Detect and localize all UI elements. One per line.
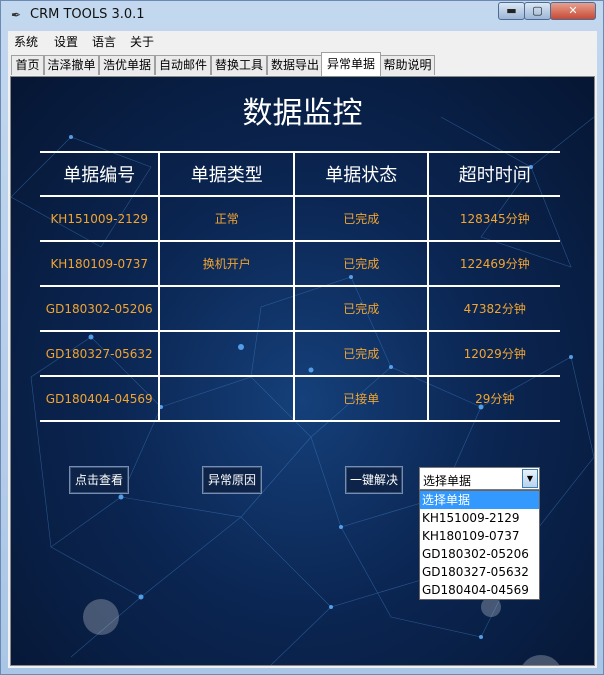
dropdown-option[interactable]: KH180109-0737 — [420, 527, 539, 545]
one-click-resolve-button[interactable]: 一键解决 — [345, 466, 403, 494]
table-row: GD180302-05206 已完成 47382分钟 — [40, 286, 560, 332]
cell-order-status: 已接单 — [293, 376, 430, 422]
cell-timeout: 12029分钟 — [428, 331, 560, 377]
menu-bar: 系统 设置 语言 关于 — [8, 31, 597, 51]
menu-settings[interactable]: 设置 — [54, 33, 78, 50]
cell-order-no: KH151009-2129 — [40, 196, 161, 242]
cell-order-type — [159, 331, 295, 377]
feather-icon: ✒ — [11, 8, 22, 22]
dropdown-option[interactable]: GD180404-04569 — [420, 581, 539, 599]
table-row: GD180404-04569 已接单 29分钟 — [40, 376, 560, 422]
tab-haoyou-orders[interactable]: 浩优单据 — [99, 55, 155, 75]
tab-help[interactable]: 帮助说明 — [380, 55, 435, 75]
cell-order-no: GD180302-05206 — [40, 286, 161, 332]
cell-timeout: 128345分钟 — [428, 196, 560, 242]
cell-timeout: 29分钟 — [428, 376, 560, 422]
menu-language[interactable]: 语言 — [92, 33, 116, 50]
minimize-button[interactable]: ▬ — [498, 2, 525, 20]
cell-order-status: 已完成 — [293, 196, 430, 242]
dropdown-option[interactable]: GD180327-05632 — [420, 563, 539, 581]
order-table: 单据编号 单据类型 单据状态 超时时间 KH151009-2129 正常 已完成… — [40, 151, 560, 422]
cell-order-type: 正常 — [159, 196, 295, 242]
table-header-row: 单据编号 单据类型 单据状态 超时时间 — [40, 152, 560, 197]
monitor-panel: 数据监控 单据编号 单据类型 单据状态 超时时间 KH151009-2129 正… — [10, 76, 595, 666]
window-title: CRM TOOLS 3.0.1 — [30, 7, 145, 22]
menu-about[interactable]: 关于 — [130, 33, 154, 50]
maximize-button[interactable]: ▢ — [524, 2, 551, 20]
table-row: GD180327-05632 已完成 12029分钟 — [40, 331, 560, 377]
close-button[interactable]: ✕ — [550, 2, 596, 20]
table-row: KH180109-0737 换机开户 已完成 122469分钟 — [40, 241, 560, 287]
cell-timeout: 122469分钟 — [428, 241, 560, 287]
cell-order-status: 已完成 — [293, 331, 430, 377]
tab-home[interactable]: 首页 — [11, 55, 44, 75]
tab-replace-tool[interactable]: 替换工具 — [211, 55, 267, 75]
abnormal-reason-button[interactable]: 异常原因 — [202, 466, 262, 494]
cell-order-no: GD180404-04569 — [40, 376, 161, 422]
dropdown-option[interactable]: GD180302-05206 — [420, 545, 539, 563]
title-bar[interactable]: ✒ CRM TOOLS 3.0.1 ▬ ▢ ✕ — [1, 1, 603, 31]
order-select-dropdown: 选择单据 KH151009-2129 KH180109-0737 GD18030… — [419, 490, 540, 600]
menu-system[interactable]: 系统 — [14, 33, 38, 50]
column-header-order-type: 单据类型 — [159, 152, 295, 197]
cell-order-type — [159, 286, 295, 332]
column-header-order-status: 单据状态 — [293, 152, 430, 197]
order-select[interactable]: 选择单据 ▼ — [419, 467, 540, 490]
table-row: KH151009-2129 正常 已完成 128345分钟 — [40, 196, 560, 242]
view-button[interactable]: 点击查看 — [69, 466, 129, 494]
cell-order-type: 换机开户 — [159, 241, 295, 287]
cell-order-no: KH180109-0737 — [40, 241, 161, 287]
tab-bar: 首页 洁泽撤单 浩优单据 自动邮件 替换工具 数据导出 异常单据 帮助说明 — [8, 52, 597, 76]
dropdown-option[interactable]: KH151009-2129 — [420, 509, 539, 527]
client-area: 系统 设置 语言 关于 首页 洁泽撤单 浩优单据 自动邮件 替换工具 数据导出 … — [8, 31, 597, 668]
cell-order-type — [159, 376, 295, 422]
tab-abnormal-orders[interactable]: 异常单据 — [321, 52, 381, 76]
cell-order-status: 已完成 — [293, 241, 430, 287]
column-header-timeout: 超时时间 — [428, 152, 560, 197]
cell-order-no: GD180327-05632 — [40, 331, 161, 377]
tab-data-export[interactable]: 数据导出 — [267, 55, 323, 75]
cell-order-status: 已完成 — [293, 286, 430, 332]
cell-timeout: 47382分钟 — [428, 286, 560, 332]
chevron-down-icon[interactable]: ▼ — [522, 469, 538, 488]
order-select-value: 选择单据 — [423, 474, 472, 488]
column-header-order-no: 单据编号 — [40, 152, 161, 197]
app-window: ✒ CRM TOOLS 3.0.1 ▬ ▢ ✕ 系统 设置 语言 关于 首页 洁… — [0, 0, 604, 675]
tab-jieze-cancel[interactable]: 洁泽撤单 — [44, 55, 99, 75]
tab-auto-mail[interactable]: 自动邮件 — [155, 55, 211, 75]
page-title: 数据监控 — [242, 96, 363, 131]
dropdown-option[interactable]: 选择单据 — [420, 491, 539, 509]
